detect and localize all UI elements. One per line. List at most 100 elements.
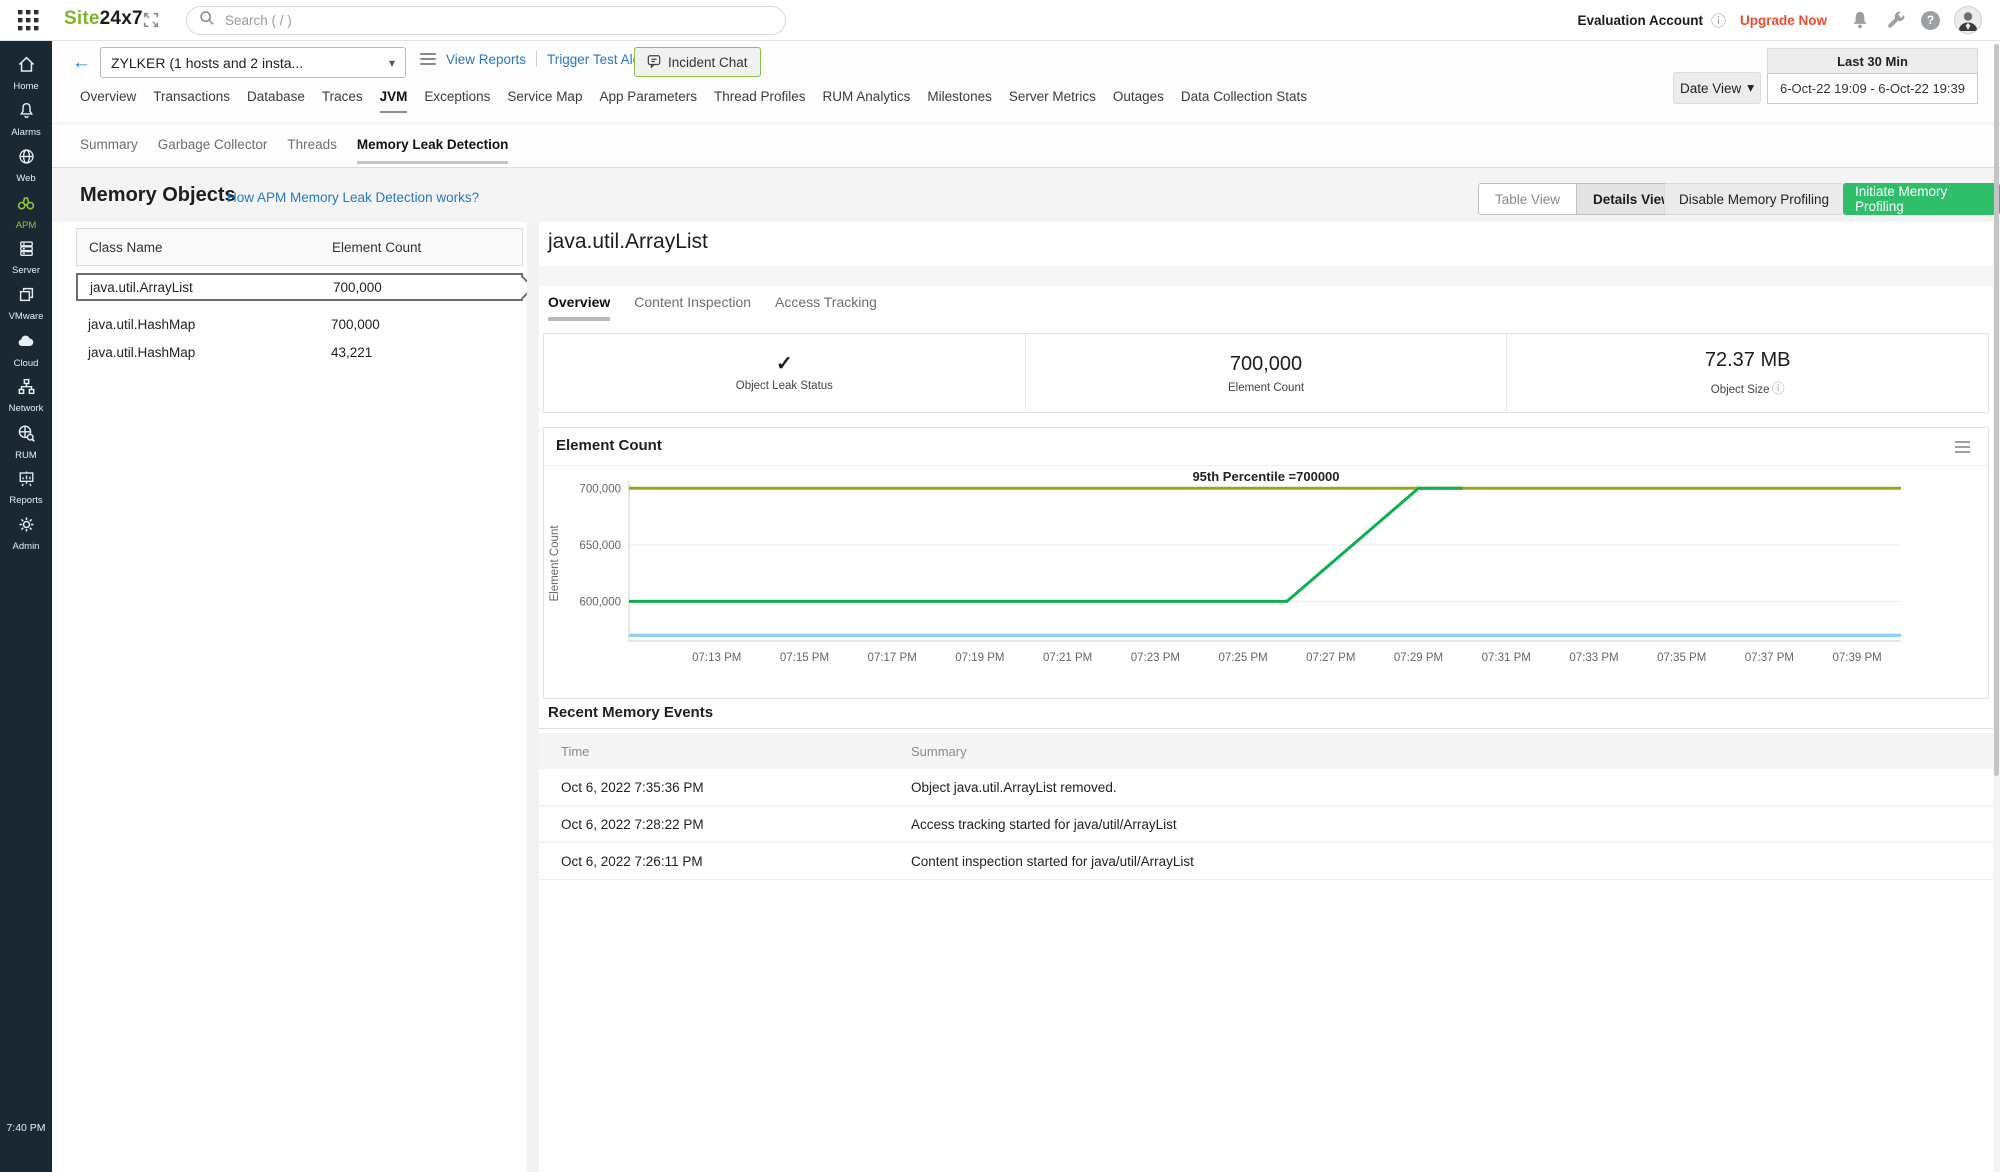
search-input[interactable] [223,12,773,29]
tab-server-metrics[interactable]: Server Metrics [1009,89,1096,113]
date-view-button[interactable]: Date View ▾ [1673,72,1761,104]
svg-text:07:35 PM: 07:35 PM [1657,652,1706,664]
network-icon [17,377,36,401]
sidebar-item-admin[interactable]: Admin [0,511,52,556]
top-right-controls: Evaluation Account ⓘ Upgrade Now ? [1577,0,1982,40]
tab-traces[interactable]: Traces [322,89,363,113]
event-time: Oct 6, 2022 7:26:11 PM [539,854,911,869]
event-summary: Object java.util.ArrayList removed. [911,780,1117,795]
top-bar: Site24x7 Evaluation Account ⓘ Upgrade No… [0,0,2000,41]
monitor-dropdown[interactable]: ZYLKER (1 hosts and 2 insta... ▾ [100,47,406,78]
sidebar-item-cloud[interactable]: Cloud [0,327,52,372]
account-type-label: Evaluation Account [1577,13,1703,28]
objects-table-header: Class Name Element Count [76,228,523,266]
subtab-threads[interactable]: Threads [287,137,337,164]
tab-thread-profiles[interactable]: Thread Profiles [714,89,806,113]
user-avatar[interactable] [1954,6,1982,34]
reports-board-icon [17,469,36,493]
event-row[interactable]: Oct 6, 2022 7:28:22 PM Access tracking s… [539,806,1993,843]
apps-grid-icon[interactable] [18,10,39,31]
chart-menu-icon[interactable] [1955,441,1970,453]
notifications-bell-icon[interactable] [1849,9,1871,31]
global-search[interactable] [186,6,786,35]
event-time: Oct 6, 2022 7:35:36 PM [539,780,911,795]
time-range-value[interactable]: 6-Oct-22 19:09 - 6-Oct-22 19:39 [1767,73,1978,104]
events-title: Recent Memory Events [548,704,713,721]
jvm-subtabs: Summary Garbage Collector Threads Memory… [80,137,508,164]
object-row[interactable]: java.util.HashMap 43,221 [76,338,523,366]
vertical-scrollbar[interactable] [1994,44,1999,776]
back-arrow-icon[interactable]: ← [72,52,91,74]
tools-wrench-icon[interactable] [1885,9,1907,31]
tab-outages[interactable]: Outages [1113,89,1164,113]
view-reports-link[interactable]: View Reports [446,52,526,67]
svg-text:07:27 PM: 07:27 PM [1306,652,1355,664]
cloud-icon [16,331,36,356]
sidebar-item-home[interactable]: Home [0,51,52,96]
upgrade-now-link[interactable]: Upgrade Now [1740,13,1827,28]
subtab-summary[interactable]: Summary [80,137,138,164]
event-row[interactable]: Oct 6, 2022 7:26:11 PM Content inspectio… [539,843,1993,880]
detail-tab-overview[interactable]: Overview [548,294,610,321]
svg-text:07:17 PM: 07:17 PM [868,652,917,664]
reports-menu-icon[interactable] [420,53,436,65]
svg-text:07:19 PM: 07:19 PM [955,652,1004,664]
subtab-memory-leak-detection[interactable]: Memory Leak Detection [357,137,509,164]
header-divider [52,123,2000,124]
monitor-dropdown-value: ZYLKER (1 hosts and 2 insta... [111,55,303,71]
chart-divider [544,465,1988,466]
how-it-works-link[interactable]: How APM Memory Leak Detection works? [227,190,479,205]
subtab-garbage-collector[interactable]: Garbage Collector [158,137,268,164]
vmware-layers-icon [17,285,36,309]
object-element-count: 43,221 [331,345,372,360]
sidebar-item-alarms[interactable]: Alarms [0,97,52,142]
sidebar-item-reports[interactable]: Reports [0,465,52,510]
tab-rum-analytics[interactable]: RUM Analytics [823,89,911,113]
sidebar-item-server[interactable]: Server [0,235,52,280]
tab-service-map[interactable]: Service Map [507,89,582,113]
detail-tab-content-inspection[interactable]: Content Inspection [634,294,751,321]
logo-text-black: 24x7 [100,8,143,29]
tab-overview[interactable]: Overview [80,89,136,113]
detail-tabs: Overview Content Inspection Access Track… [548,294,877,321]
account-info-icon[interactable]: ⓘ [1711,10,1726,31]
header-links: View Reports Trigger Test Alert [420,51,648,67]
tab-app-parameters[interactable]: App Parameters [599,89,697,113]
expand-icon[interactable] [142,11,160,29]
tab-database[interactable]: Database [247,89,305,113]
tab-data-collection-stats[interactable]: Data Collection Stats [1181,89,1307,113]
svg-text:07:23 PM: 07:23 PM [1131,652,1180,664]
stat-value: 72.37 MB [1705,349,1791,372]
help-icon[interactable]: ? [1921,11,1940,30]
svg-text:07:21 PM: 07:21 PM [1043,652,1092,664]
events-table-header: Time Summary [539,733,1993,769]
incident-chat-button[interactable]: Incident Chat [634,47,761,77]
svg-text:07:25 PM: 07:25 PM [1218,652,1267,664]
sidebar-item-rum[interactable]: RUM [0,419,52,464]
event-row[interactable]: Oct 6, 2022 7:35:36 PM Object java.util.… [539,769,1993,806]
tab-transactions[interactable]: Transactions [153,89,230,113]
svg-text:07:37 PM: 07:37 PM [1745,652,1794,664]
chat-bubble-icon [647,54,661,71]
sidebar-item-web[interactable]: Web [0,143,52,188]
site24x7-logo[interactable]: Site24x7 [64,8,143,30]
globe-icon [17,147,36,171]
tab-exceptions[interactable]: Exceptions [424,89,490,113]
table-view-button[interactable]: Table View [1479,184,1576,214]
sidebar-item-apm[interactable]: APM [0,189,52,234]
object-row[interactable]: java.util.HashMap 700,000 [76,310,523,338]
initiate-memory-profiling-button[interactable]: Initiate Memory Profiling [1843,183,2000,215]
sidebar-item-label: RUM [15,450,37,461]
alarm-bell-icon [17,101,36,125]
sidebar-item-network[interactable]: Network [0,373,52,418]
tab-jvm[interactable]: JVM [380,89,408,113]
disable-memory-profiling-button[interactable]: Disable Memory Profiling [1664,183,1844,215]
time-range-tab[interactable]: Last 30 Min [1767,48,1978,73]
tab-milestones[interactable]: Milestones [927,89,992,113]
object-size-info-icon[interactable]: ⓘ [1772,381,1785,396]
object-row-selected[interactable]: java.util.ArrayList 700,000 [76,273,523,301]
view-toggle: Table View Details View [1478,183,1689,215]
detail-tab-access-tracking[interactable]: Access Tracking [775,294,877,321]
sidebar-item-vmware[interactable]: VMware [0,281,52,326]
element-count-chart-card: Element Count 95th Percentile =700000 70… [543,427,1989,699]
